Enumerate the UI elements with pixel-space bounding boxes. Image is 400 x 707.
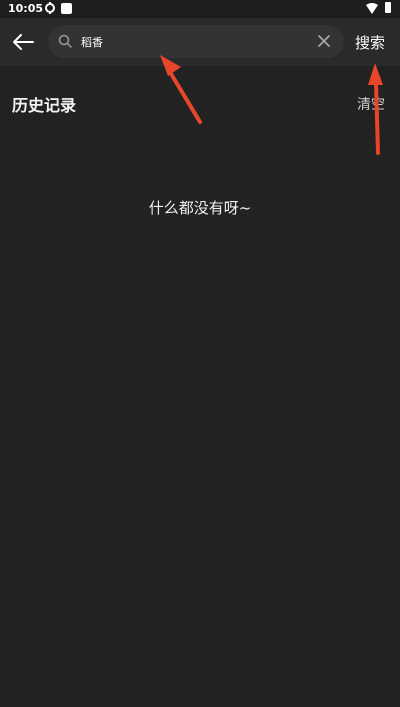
battery-icon [385,2,391,13]
empty-state-message: 什么都没有呀~ [148,199,252,217]
wifi-icon [366,3,378,14]
clear-history-button[interactable]: 清空 [357,94,385,114]
search-icon [58,34,72,48]
square-icon [61,3,72,14]
history-title: 历史记录 [12,96,77,115]
search-box[interactable] [48,25,344,58]
search-input[interactable] [81,31,301,52]
sync-icon [45,2,55,14]
back-button[interactable] [8,28,38,56]
status-time: 10:05 [8,2,44,15]
close-icon[interactable] [317,34,331,48]
arrow-left-icon [13,34,34,50]
search-top-bar: 搜索 [0,18,400,66]
search-button[interactable]: 搜索 [355,32,385,53]
search-screen: 10:05 搜索 历史记 [0,0,400,707]
status-bar: 10:05 [0,0,400,18]
